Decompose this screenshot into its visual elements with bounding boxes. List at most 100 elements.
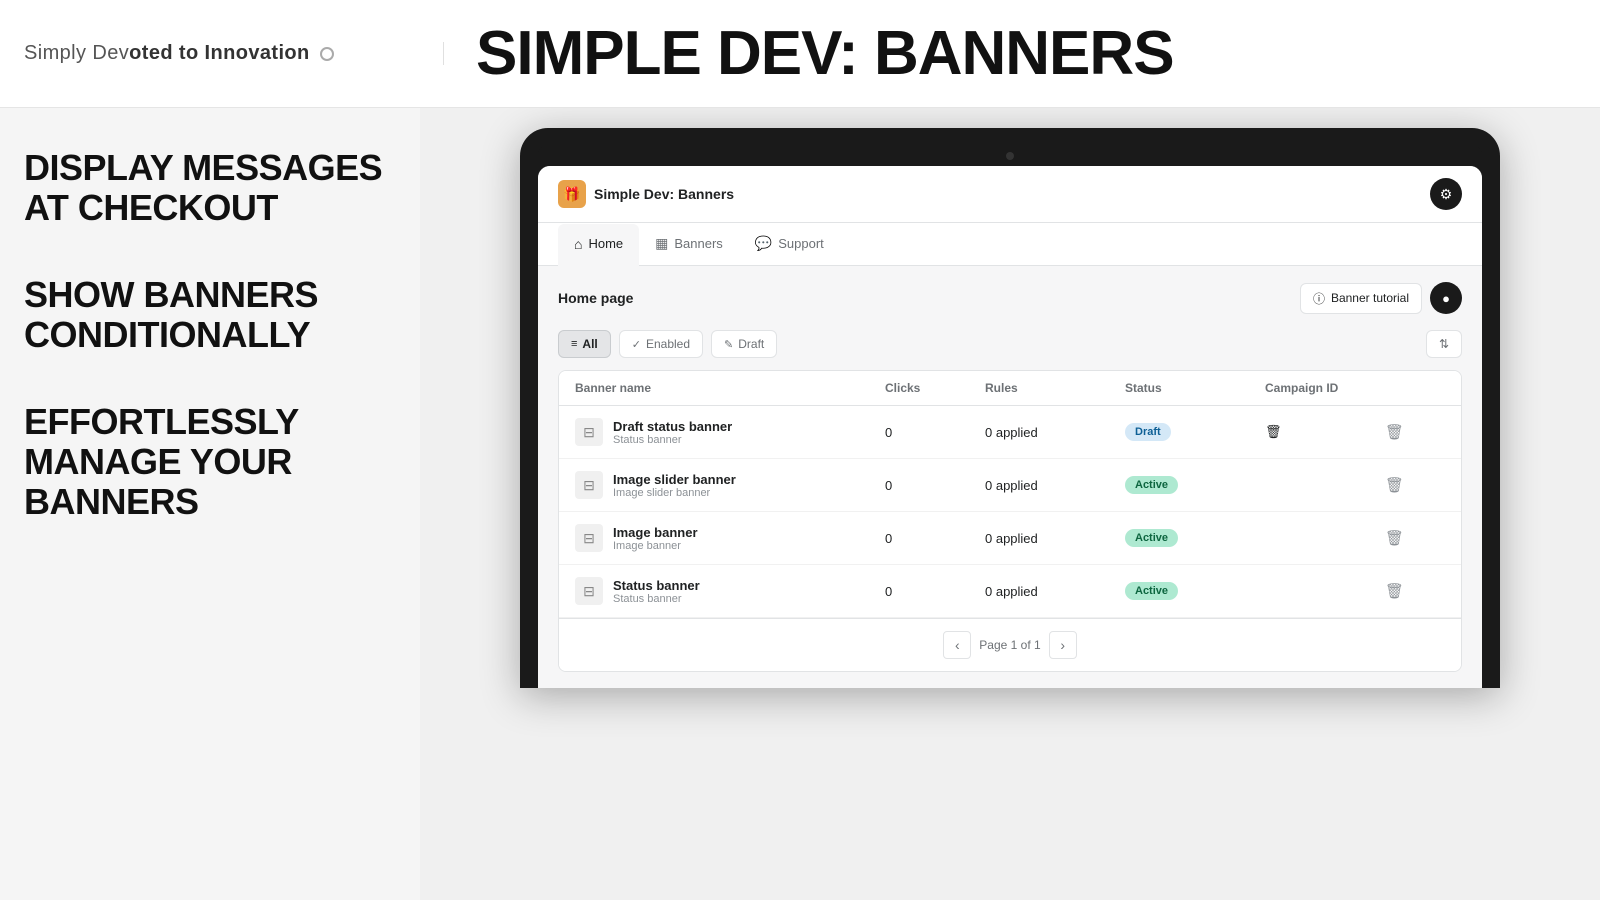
settings-button[interactable]: ⚙	[1430, 178, 1462, 210]
table-row: ⊟ Status banner Status banner 0 0 applie…	[559, 565, 1461, 618]
banner-row-icon-3: ⊟	[575, 524, 603, 552]
logo-icon	[320, 47, 334, 61]
delete-button-1[interactable]: 🗑	[1385, 423, 1404, 441]
left-sidebar: DISPLAY MESSAGES AT CHECKOUT SHOW BANNER…	[0, 108, 420, 900]
tab-banners[interactable]: ▦ Banners	[639, 223, 739, 266]
banner-clicks-1: 0	[885, 425, 985, 440]
status-badge-active-2: Active	[1125, 476, 1178, 494]
col-clicks: Clicks	[885, 381, 985, 395]
feature-text-2: SHOW BANNERS CONDITIONALLY	[24, 275, 396, 354]
table-filter-right: ⇅	[1426, 330, 1462, 358]
section-title: Home page	[558, 290, 633, 306]
banner-status-2: Active	[1125, 476, 1265, 494]
delete-button-2[interactable]: 🗑	[1385, 476, 1404, 494]
table-header: Banner name Clicks Rules Status Campaign…	[559, 371, 1461, 406]
tablet-mockup: 🎁 Simple Dev: Banners ⚙ ⌂ Home	[520, 128, 1500, 688]
filter-all-icon: ≡	[571, 338, 577, 350]
banner-action-2[interactable]: 🗑	[1385, 476, 1445, 494]
page-title-area: SIMPLE DEV: BANNERS	[444, 23, 1576, 85]
table-row: ⊟ Image slider banner Image slider banne…	[559, 459, 1461, 512]
banner-rules-3: 0 applied	[985, 531, 1125, 546]
tab-home-label: Home	[588, 236, 623, 251]
banner-rules-1: 0 applied	[985, 425, 1125, 440]
banner-clicks-4: 0	[885, 584, 985, 599]
tutorial-label: Banner tutorial	[1331, 291, 1409, 305]
banner-name-cell-3: ⊟ Image banner Image banner	[575, 524, 885, 552]
app-chrome: 🎁 Simple Dev: Banners ⚙ ⌂ Home	[538, 166, 1482, 688]
page-title: SIMPLE DEV: BANNERS	[476, 23, 1576, 85]
banner-name-cell-4: ⊟ Status banner Status banner	[575, 577, 885, 605]
sort-button[interactable]: ⇅	[1426, 330, 1462, 358]
banner-row-icon-4: ⊟	[575, 577, 603, 605]
col-banner-name: Banner name	[575, 381, 885, 395]
app-icon-emoji: 🎁	[563, 186, 580, 203]
banner-primary-name-4: Status banner	[613, 578, 700, 593]
next-page-button[interactable]: ›	[1049, 631, 1077, 659]
banner-action-4[interactable]: 🗑	[1385, 582, 1445, 600]
banner-clicks-3: 0	[885, 531, 985, 546]
filter-enabled-label: Enabled	[646, 337, 690, 351]
app-body: Home page ⓘ Banner tutorial ●	[538, 266, 1482, 688]
filter-draft-button[interactable]: ✎ Draft	[711, 330, 777, 358]
tablet-inner: 🎁 Simple Dev: Banners ⚙ ⌂ Home	[538, 166, 1482, 688]
tablet-camera-bar	[538, 146, 1482, 166]
banner-name-info-3: Image banner Image banner	[613, 525, 698, 552]
feature-text-3: EFFORTLESSLY MANAGE YOUR BANNERS	[24, 402, 396, 521]
right-area: 🎁 Simple Dev: Banners ⚙ ⌂ Home	[420, 108, 1600, 900]
col-actions	[1385, 381, 1445, 395]
banner-primary-name-3: Image banner	[613, 525, 698, 540]
tab-support[interactable]: 💬 Support	[739, 223, 840, 266]
banner-row-icon-2: ⊟	[575, 471, 603, 499]
banner-name-info-1: Draft status banner Status banner	[613, 419, 732, 446]
campaign-icon-1: 🗑	[1265, 424, 1282, 439]
feature-text-1: DISPLAY MESSAGES AT CHECKOUT	[24, 148, 396, 227]
app-section-header: Home page ⓘ Banner tutorial ●	[558, 282, 1462, 314]
table-row: ⊟ Image banner Image banner 0 0 applied	[559, 512, 1461, 565]
filter-enabled-button[interactable]: ✓ Enabled	[619, 330, 703, 358]
status-badge-active-4: Active	[1125, 582, 1178, 600]
page-info: Page 1 of 1	[979, 638, 1040, 652]
logo-text-bold: oted to Innovation	[129, 42, 310, 64]
tab-home[interactable]: ⌂ Home	[558, 224, 639, 266]
banner-rules-2: 0 applied	[985, 478, 1125, 493]
banner-secondary-name-2: Image slider banner	[613, 487, 736, 499]
delete-button-3[interactable]: 🗑	[1385, 529, 1404, 547]
delete-button-4[interactable]: 🗑	[1385, 582, 1404, 600]
col-rules: Rules	[985, 381, 1125, 395]
filter-bar: ≡ All ✓ Enabled ✎ Draft	[558, 330, 1462, 358]
tab-support-label: Support	[778, 236, 824, 251]
tab-banners-label: Banners	[674, 236, 722, 251]
app-name: Simple Dev: Banners	[594, 186, 734, 202]
status-badge-draft-1: Draft	[1125, 423, 1171, 441]
banner-action-1[interactable]: 🗑	[1385, 423, 1445, 441]
banner-primary-name-2: Image slider banner	[613, 472, 736, 487]
banner-name-cell-1: ⊟ Draft status banner Status banner	[575, 418, 885, 446]
app-topbar-right: ⚙	[1430, 178, 1462, 210]
banner-status-4: Active	[1125, 582, 1265, 600]
logo-area: Simply Devoted to Innovation	[24, 42, 444, 65]
banner-name-info-2: Image slider banner Image slider banner	[613, 472, 736, 499]
filter-enabled-icon: ✓	[632, 338, 641, 351]
filter-draft-label: Draft	[738, 337, 764, 351]
support-icon: 💬	[755, 235, 772, 252]
banner-secondary-name-3: Image banner	[613, 540, 698, 552]
app-nav: ⌂ Home ▦ Banners 💬 Support	[538, 223, 1482, 266]
filter-draft-icon: ✎	[724, 338, 733, 351]
prev-page-button[interactable]: ‹	[943, 631, 971, 659]
logo-text: Simply Devoted to Innovation	[24, 42, 316, 64]
filter-all-button[interactable]: ≡ All	[558, 330, 611, 358]
banner-status-1: Draft	[1125, 423, 1265, 441]
banner-clicks-2: 0	[885, 478, 985, 493]
banner-primary-name-1: Draft status banner	[613, 419, 732, 434]
banner-secondary-name-4: Status banner	[613, 593, 700, 605]
col-status: Status	[1125, 381, 1265, 395]
banner-action-3[interactable]: 🗑	[1385, 529, 1445, 547]
banner-tutorial-button[interactable]: ⓘ Banner tutorial	[1300, 283, 1422, 314]
profile-button[interactable]: ●	[1430, 282, 1462, 314]
banners-icon: ▦	[655, 235, 668, 252]
table-footer: ‹ Page 1 of 1 ›	[559, 618, 1461, 671]
main-content: DISPLAY MESSAGES AT CHECKOUT SHOW BANNER…	[0, 108, 1600, 900]
top-header: Simply Devoted to Innovation SIMPLE DEV:…	[0, 0, 1600, 108]
app-topbar: 🎁 Simple Dev: Banners ⚙	[538, 166, 1482, 223]
banner-name-cell-2: ⊟ Image slider banner Image slider banne…	[575, 471, 885, 499]
